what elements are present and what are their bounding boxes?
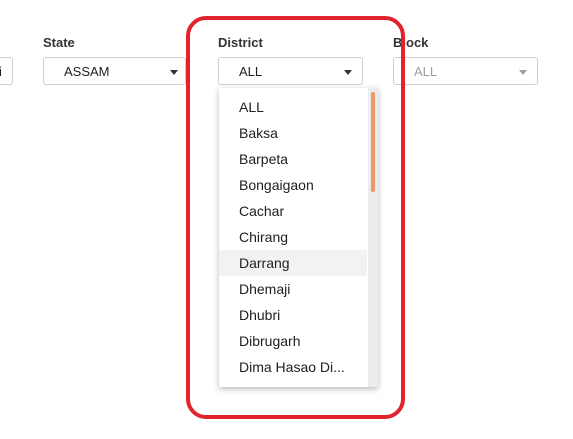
block-label: Block	[393, 35, 429, 50]
district-label: District	[218, 35, 263, 50]
state-select[interactable]: ASSAM	[43, 57, 186, 85]
district-option[interactable]: Chirang	[219, 224, 367, 250]
state-label: State	[43, 35, 75, 50]
state-select-value: ASSAM	[64, 64, 110, 79]
partial-select[interactable]: i	[0, 57, 13, 85]
district-option[interactable]: ALL	[219, 94, 367, 120]
district-option-hovered[interactable]: Darrang	[219, 250, 367, 276]
district-option[interactable]: Dibrugarh	[219, 328, 367, 354]
dropdown-scrollbar[interactable]	[368, 88, 378, 387]
chevron-down-icon	[170, 70, 178, 75]
block-select-value: ALL	[414, 64, 438, 79]
district-option[interactable]: Cachar	[219, 198, 367, 224]
chevron-down-icon	[344, 70, 352, 75]
district-option[interactable]: Baksa	[219, 120, 367, 146]
district-option[interactable]: Bongaigaon	[219, 172, 367, 198]
chevron-down-icon	[519, 70, 527, 75]
district-select-value: ALL	[239, 64, 263, 79]
district-dropdown-list: ALL Baksa Barpeta Bongaigaon Cachar Chir…	[219, 88, 378, 387]
district-option[interactable]: Barpeta	[219, 146, 367, 172]
scrollbar-thumb[interactable]	[371, 92, 375, 192]
district-option[interactable]: Dhemaji	[219, 276, 367, 302]
district-option[interactable]: Dhubri	[219, 302, 367, 328]
district-select[interactable]: ALL	[218, 57, 363, 85]
district-option[interactable]: Dima Hasao Di...	[219, 354, 367, 380]
block-select[interactable]: ALL	[393, 57, 538, 85]
partial-select-value: i	[0, 64, 2, 79]
